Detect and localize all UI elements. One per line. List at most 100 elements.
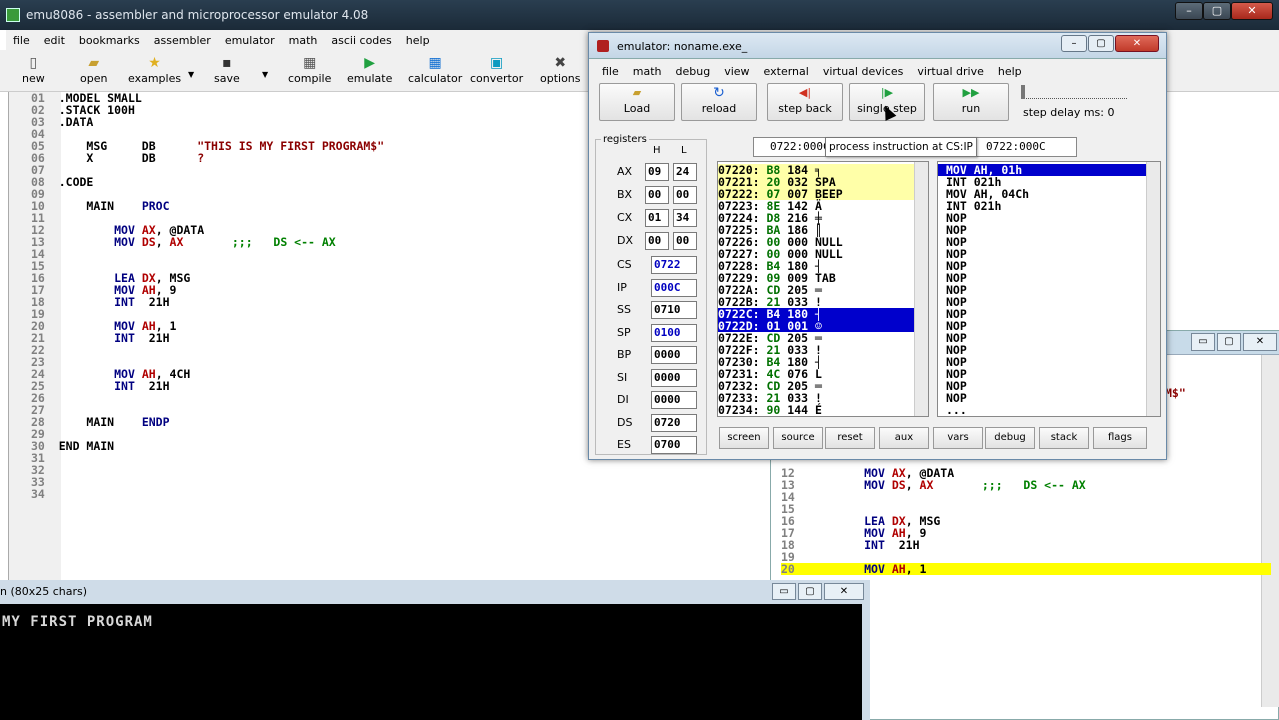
disasm-view[interactable]: MOV AH, 01h INT 021h MOV AH, 04Ch INT 021h N… — [937, 161, 1161, 417]
dropdown-arrow-icon[interactable]: ▼ — [262, 70, 268, 79]
reg-bp-value[interactable]: 0000 — [651, 346, 697, 364]
main-title-bar[interactable]: emu8086 - assembler and microprocessor e… — [0, 0, 1279, 30]
emu-stack-button[interactable]: stack — [1039, 427, 1089, 449]
disasm-row[interactable]: NOP — [938, 320, 1146, 332]
address-field-1[interactable]: 0722:000C — [753, 137, 831, 157]
emu-menu-file[interactable]: file — [595, 65, 626, 78]
emu-menu-help[interactable]: help — [991, 65, 1029, 78]
reg-sp-value[interactable]: 0100 — [651, 323, 697, 342]
memory-view[interactable]: 07220: B8 184 ╕ 07221: 20 032 SPA 07222: 0… — [717, 161, 929, 417]
step-back-button[interactable]: ◀| step back — [767, 83, 843, 121]
reg-cs-value[interactable]: 0722 — [651, 256, 697, 274]
disasm-row[interactable]: NOP — [938, 356, 1146, 368]
reg-si-value[interactable]: 0000 — [651, 368, 697, 387]
minimize-button[interactable]: – — [1175, 2, 1203, 20]
main-menu-assembler[interactable]: assembler — [147, 34, 218, 47]
reg-bx-low[interactable]: 00 — [673, 186, 697, 204]
toolbar-options-button[interactable]: ✖ options — [540, 54, 581, 90]
disasm-row[interactable]: NOP — [938, 248, 1146, 260]
disasm-row[interactable]: NOP — [938, 272, 1146, 284]
emu-screen-button[interactable]: screen — [719, 427, 769, 449]
emulator-minimize-button[interactable]: – — [1061, 35, 1087, 52]
emu-menu-debug[interactable]: debug — [669, 65, 718, 78]
address-field-2[interactable]: 0722:000C — [973, 137, 1077, 157]
emu-menu-view[interactable]: view — [717, 65, 756, 78]
reg-dx-low[interactable]: 00 — [673, 232, 697, 250]
source-close-button[interactable]: ✕ — [1243, 333, 1277, 351]
main-menu-bookmarks[interactable]: bookmarks — [72, 34, 147, 47]
disasm-row[interactable]: NOP — [938, 224, 1146, 236]
reg-ds-value[interactable]: 0720 — [651, 413, 697, 432]
disasm-row[interactable]: NOP — [938, 236, 1146, 248]
emu-aux-button[interactable]: aux — [879, 427, 929, 449]
memory-vscroll[interactable] — [914, 162, 928, 416]
emu-menu-math[interactable]: math — [626, 65, 669, 78]
screen-close-button[interactable]: ✕ — [824, 583, 864, 600]
disasm-row[interactable]: NOP — [938, 344, 1146, 356]
reg-es-value[interactable]: 0700 — [651, 436, 697, 454]
emu-flags-button[interactable]: flags — [1093, 427, 1147, 449]
toolbar-convertor-button[interactable]: ▣ convertor — [470, 54, 523, 90]
reg-bx-high[interactable]: 00 — [645, 186, 669, 204]
toolbar-new-button[interactable]: ▯ new — [22, 54, 45, 90]
emulator-close-button[interactable]: ✕ — [1115, 35, 1159, 52]
screen-title-bar[interactable]: n (80x25 chars) ▭ ▢ ✕ — [0, 580, 870, 604]
reg-ax-high[interactable]: 09 — [645, 163, 669, 181]
disasm-row[interactable]: ... — [938, 404, 1146, 416]
toolbar-save-button[interactable]: ▪ save — [214, 54, 240, 90]
close-button[interactable]: ✕ — [1231, 2, 1273, 20]
run-button[interactable]: ▶▶ run — [933, 83, 1009, 121]
toolbar-calculator-button[interactable]: ▦ calculator — [408, 54, 462, 90]
dropdown-arrow-icon[interactable]: ▼ — [188, 70, 194, 79]
main-menu-ascii-codes[interactable]: ascii codes — [324, 34, 398, 47]
reg-ip-value[interactable]: 000C — [651, 278, 697, 297]
disasm-row[interactable]: NOP — [938, 392, 1146, 404]
toolbar-emulate-button[interactable]: ▶ emulate — [347, 54, 392, 90]
main-menu-file[interactable]: file — [6, 34, 37, 47]
disasm-row[interactable]: NOP — [938, 212, 1146, 224]
step-delay-slider[interactable] — [1023, 89, 1127, 99]
disasm-row[interactable]: NOP — [938, 380, 1146, 392]
disasm-row[interactable]: NOP — [938, 308, 1146, 320]
disasm-row[interactable]: NOP — [938, 368, 1146, 380]
disasm-row[interactable]: INT 021h — [938, 200, 1146, 212]
memory-row[interactable]: 07234: 90 144 É — [718, 404, 914, 416]
toolbar-examples-button[interactable]: ★ examples — [128, 54, 181, 90]
disasm-vscroll[interactable] — [1146, 162, 1160, 416]
load-button[interactable]: ▰ Load — [599, 83, 675, 121]
emu-menu-virtual-drive[interactable]: virtual drive — [910, 65, 991, 78]
source-minimize-button[interactable]: ▭ — [1191, 333, 1215, 351]
reg-dx-high[interactable]: 00 — [645, 232, 669, 250]
maximize-button[interactable]: ▢ — [1203, 2, 1231, 20]
main-menu-help[interactable]: help — [399, 34, 437, 47]
toolbar-compile-button[interactable]: ▦ compile — [288, 54, 331, 90]
disasm-row[interactable]: NOP — [938, 260, 1146, 272]
reg-di-value[interactable]: 0000 — [651, 391, 697, 409]
code-operand: , 1 — [905, 562, 927, 576]
emu-reset-button[interactable]: reset — [825, 427, 875, 449]
screen-maximize-button[interactable]: ▢ — [798, 583, 822, 600]
screen-minimize-button[interactable]: ▭ — [772, 583, 796, 600]
emu-menu-external[interactable]: external — [757, 65, 816, 78]
main-menu-emulator[interactable]: emulator — [218, 34, 282, 47]
disasm-row[interactable]: NOP — [938, 284, 1146, 296]
source-maximize-button[interactable]: ▢ — [1217, 333, 1241, 351]
emulator-title-bar[interactable]: emulator: noname.exe_ – ▢ ✕ — [589, 33, 1166, 59]
reg-cx-high[interactable]: 01 — [645, 209, 669, 227]
emulator-maximize-button[interactable]: ▢ — [1088, 35, 1114, 52]
emu-debug-button[interactable]: debug — [985, 427, 1035, 449]
reg-ss-value[interactable]: 0710 — [651, 301, 697, 319]
main-menu-math[interactable]: math — [282, 34, 325, 47]
toolbar-open-button[interactable]: ▰ open — [80, 54, 107, 90]
emulator-menu-bar: file math debug view external virtual devices… — [595, 61, 1155, 81]
step-delay-thumb[interactable] — [1021, 85, 1025, 99]
reg-cx-low[interactable]: 34 — [673, 209, 697, 227]
reg-ax-low[interactable]: 24 — [673, 163, 697, 181]
reload-button[interactable]: ↻ reload — [681, 83, 757, 121]
disasm-row[interactable]: NOP — [938, 332, 1146, 344]
disasm-row[interactable]: NOP — [938, 296, 1146, 308]
emu-vars-button[interactable]: vars — [933, 427, 983, 449]
emu-menu-virtual-devices[interactable]: virtual devices — [816, 65, 911, 78]
emu-source-button[interactable]: source — [773, 427, 823, 449]
main-menu-edit[interactable]: edit — [37, 34, 72, 47]
